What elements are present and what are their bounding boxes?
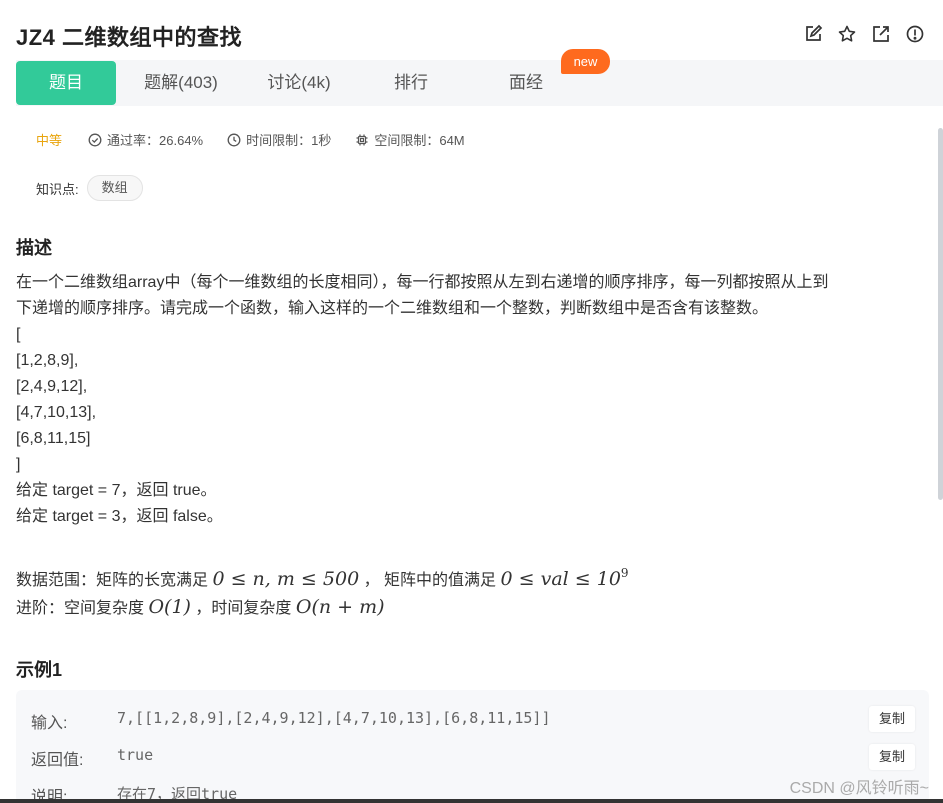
- difficulty-label: 中等: [36, 133, 63, 148]
- advanced-math-2: O(n + m): [295, 596, 385, 618]
- space-limit: 空间限制：64M: [355, 130, 465, 149]
- matrix-line: [6,8,11,15]: [16, 430, 91, 447]
- range-math-1: 0 ≤ n, m ≤ 500: [212, 568, 360, 590]
- csdn-watermark: CSDN @风铃听雨~: [789, 780, 929, 797]
- range-mid: ， 矩阵中的值满足: [363, 572, 497, 589]
- given-example-2: 给定 target = 3，返回 false。: [16, 508, 223, 525]
- given-example-1: 给定 target = 7，返回 true。: [16, 482, 217, 499]
- knowledge-points: 知识点: 数组: [36, 175, 143, 201]
- external-link-icon[interactable]: [871, 24, 891, 44]
- matrix-line: ]: [16, 456, 21, 473]
- description-para-1: 在一个二维数组array中（每个一维数组的长度相同），每一行都按照从左到右递增的…: [16, 274, 829, 291]
- tab-discussion[interactable]: 讨论(4k): [246, 61, 352, 105]
- range-prefix: 数据范围：矩阵的长宽满足: [16, 572, 209, 589]
- problem-header: JZ4 二维数组中的查找: [0, 0, 943, 62]
- page-title: JZ4 二维数组中的查找: [16, 25, 243, 50]
- space-limit-text: 空间限制：64M: [374, 133, 465, 148]
- example-input-label: 输入:: [31, 715, 68, 732]
- copy-output-button[interactable]: 复制: [869, 744, 915, 770]
- new-badge: new: [561, 49, 610, 74]
- matrix-line: [1,2,8,9],: [16, 352, 79, 369]
- matrix-line: [2,4,9,12],: [16, 378, 88, 395]
- advanced-prefix: 进阶：空间复杂度: [16, 600, 145, 617]
- data-range: 数据范围：矩阵的长宽满足 0 ≤ n, m ≤ 500 ， 矩阵中的值满足 0 …: [16, 560, 926, 594]
- pass-rate-text: 通过率：26.64%: [107, 133, 204, 148]
- tab-solutions[interactable]: 题解(403): [128, 61, 234, 105]
- description-title: 描述: [16, 238, 52, 258]
- example-output-row: 返回值: true: [31, 746, 153, 770]
- example-input-row: 输入: 7,[[1,2,8,9],[2,4,9,12],[4,7,10,13],…: [31, 709, 550, 733]
- scrollbar[interactable]: [938, 128, 943, 500]
- pass-rate: 通过率：26.64%: [88, 130, 203, 149]
- tab-bar: 题目 题解(403) 讨论(4k) 排行 面经: [16, 60, 943, 106]
- star-icon[interactable]: [837, 24, 857, 44]
- example-input-value: 7,[[1,2,8,9],[2,4,9,12],[4,7,10,13],[6,8…: [117, 709, 551, 727]
- description-para-2: 下递增的顺序排序。请完成一个函数，输入这样的一个二维数组和一个整数，判断数组中是…: [16, 300, 769, 317]
- advanced-requirement: 进阶：空间复杂度 O(1) ，时间复杂度 O(n + m): [16, 594, 926, 622]
- tab-ranking[interactable]: 排行: [361, 61, 461, 105]
- knowledge-label: 知识点:: [36, 181, 79, 197]
- tag-array[interactable]: 数组: [86, 175, 143, 201]
- range-exponent: 9: [620, 566, 629, 580]
- info-icon[interactable]: [905, 24, 925, 44]
- chip-icon: [356, 134, 368, 145]
- range-math-2-base: 0 ≤ val ≤ 10: [500, 568, 621, 590]
- example-output-value: true: [117, 746, 154, 764]
- check-circle-icon: [88, 133, 102, 146]
- copy-input-button[interactable]: 复制: [869, 706, 915, 732]
- matrix-line: [: [16, 326, 21, 343]
- time-limit: 时间限制：1秒: [227, 130, 331, 149]
- time-limit-text: 时间限制：1秒: [246, 133, 332, 148]
- edit-icon[interactable]: [803, 24, 823, 44]
- description-body: 在一个二维数组array中（每个一维数组的长度相同），每一行都按照从左到右递增的…: [16, 270, 926, 622]
- advanced-math-1: O(1): [148, 596, 191, 618]
- example-title: 示例1: [16, 660, 63, 680]
- range-math-2: 0 ≤ val ≤ 109: [500, 566, 629, 590]
- header-actions: [803, 24, 925, 44]
- clock-icon: [227, 133, 241, 146]
- advanced-mid: ，时间复杂度: [195, 600, 292, 617]
- example-output-label: 返回值:: [31, 752, 84, 769]
- tab-problem[interactable]: 题目: [16, 61, 116, 105]
- matrix-line: [4,7,10,13],: [16, 404, 97, 421]
- bottom-edge: [0, 799, 943, 803]
- problem-meta: 中等 通过率：26.64% 时间限制：1秒 空间限制：64M: [36, 130, 489, 149]
